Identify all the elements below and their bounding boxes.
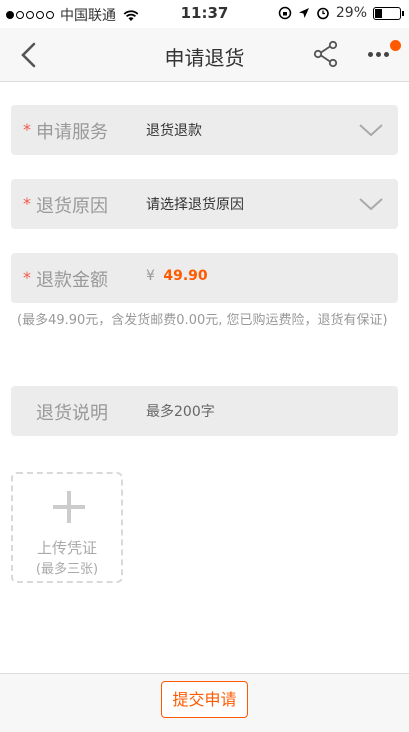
currency-symbol: ¥ — [146, 268, 155, 284]
service-value: 退货退款 — [146, 123, 202, 139]
description-label: 退货说明 — [36, 403, 108, 424]
reason-value: 请选择退货原因 — [146, 197, 244, 213]
submit-application-button[interactable]: 提交申请 — [161, 681, 248, 718]
share-icon[interactable] — [312, 40, 340, 68]
required-mark: * — [23, 120, 31, 139]
battery-percent: 29% — [335, 5, 367, 21]
refund-amount-value: ¥ 49.90 — [146, 268, 208, 284]
battery-icon — [373, 6, 404, 20]
required-mark: * — [23, 268, 31, 287]
reason-field[interactable]: * 退货原因 请选择退货原因 — [11, 179, 398, 229]
refund-amount-number: 49.90 — [163, 268, 208, 284]
notification-badge — [390, 40, 401, 51]
required-mark: * — [23, 194, 31, 213]
bottom-bar: 提交申请 — [0, 673, 409, 732]
more-menu-button[interactable] — [364, 40, 404, 68]
description-field[interactable]: 退货说明 最多200字 — [11, 386, 398, 436]
location-arrow-icon — [298, 8, 309, 18]
upload-label: 上传凭证 — [36, 539, 97, 557]
return-form: * 申请服务 退货退款 * 退货原因 请选择退货原因 * 退款金额 ¥ 49.9… — [0, 83, 409, 673]
chevron-down-icon — [359, 198, 383, 211]
navigation-bar: 申请退货 — [0, 28, 409, 82]
plus-icon — [53, 491, 85, 523]
upload-proof-button[interactable]: 上传凭证 (最多三张) — [11, 472, 123, 583]
status-right: 29% — [278, 5, 404, 21]
refund-note: (最多49.90元，含发货邮费0.00元, 您已购运费险，退货有保证) — [17, 313, 388, 328]
alarm-icon — [317, 7, 329, 20]
description-input[interactable]: 最多200字 — [146, 401, 215, 421]
status-bar: 中国联通 11:37 29% — [0, 0, 409, 28]
rotation-lock-icon — [278, 6, 292, 20]
page-title: 申请退货 — [164, 46, 245, 70]
upload-hint: (最多三张) — [35, 562, 99, 577]
chevron-down-icon — [359, 124, 383, 137]
service-label: 申请服务 — [36, 122, 108, 143]
refund-amount-field[interactable]: * 退款金额 ¥ 49.90 — [11, 253, 398, 303]
service-field[interactable]: * 申请服务 退货退款 — [11, 105, 398, 155]
refund-amount-label: 退款金额 — [36, 270, 108, 291]
reason-label: 退货原因 — [36, 196, 108, 217]
